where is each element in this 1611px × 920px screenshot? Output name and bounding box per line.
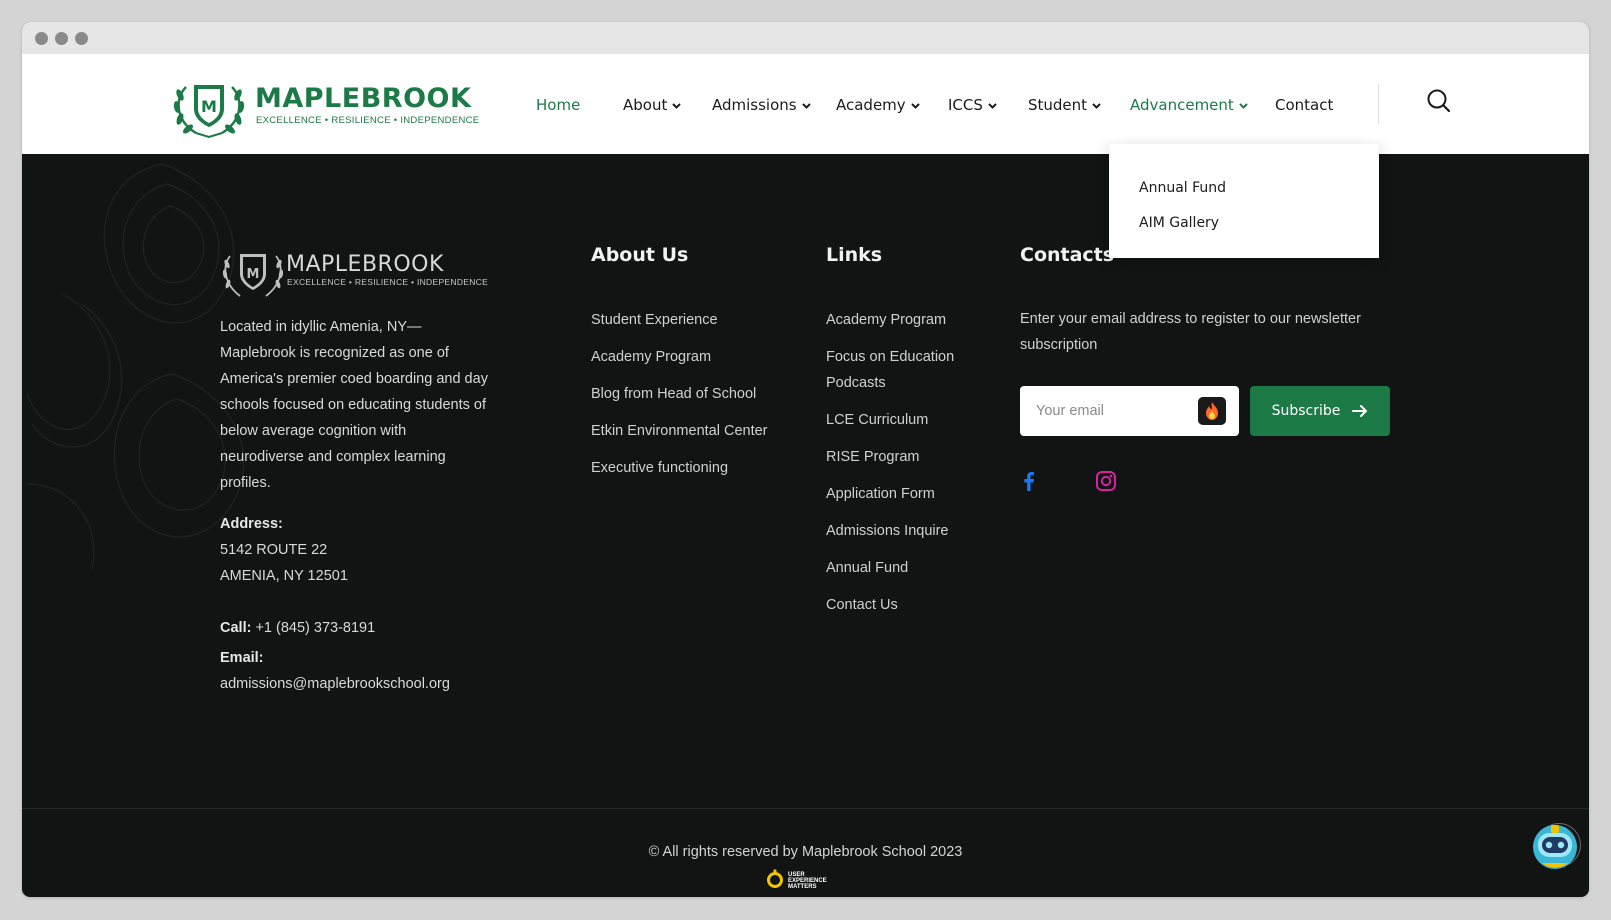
footer-divider <box>22 808 1589 809</box>
about-link-student-experience[interactable]: Student Experience <box>591 307 768 333</box>
email-block: Email: admissions@maplebrookschool.org <box>220 645 450 697</box>
footer-logo-wordmark: MAPLEBROOK <box>286 252 444 277</box>
about-link-executive-functioning[interactable]: Executive functioning <box>591 455 768 481</box>
nav-contact-label: Contact <box>1275 96 1334 114</box>
about-link-academy-program[interactable]: Academy Program <box>591 344 768 370</box>
window-titlebar <box>22 22 1589 54</box>
links-title: Links <box>826 244 883 266</box>
about-link-etkin-center[interactable]: Etkin Environmental Center <box>591 418 768 444</box>
password-manager-icon[interactable] <box>1198 397 1226 425</box>
email-value[interactable]: admissions@maplebrookschool.org <box>220 671 450 697</box>
advancement-dropdown-menu: Annual Fund AIM Gallery <box>1109 144 1379 258</box>
chevron-down-icon <box>801 102 811 109</box>
instagram-icon[interactable] <box>1095 470 1117 492</box>
window-close-dot[interactable] <box>35 32 48 45</box>
nav-about[interactable]: About <box>623 96 682 114</box>
about-link-blog[interactable]: Blog from Head of School <box>591 381 768 407</box>
chevron-down-icon <box>910 102 920 109</box>
link-academy-program[interactable]: Academy Program <box>826 307 976 333</box>
ux-matters-badge-text: USER EXPERIENCE MATTERS <box>788 872 827 890</box>
dropdown-item-aim-gallery[interactable]: AIM Gallery <box>1139 215 1219 231</box>
chevron-down-icon <box>988 102 997 109</box>
link-rise-program[interactable]: RISE Program <box>826 444 976 470</box>
about-us-title: About Us <box>591 244 689 266</box>
nav-contact[interactable]: Contact <box>1275 96 1333 114</box>
school-description: Located in idyllic Amenia, NY—Maplebrook… <box>220 319 488 491</box>
call-label: Call: <box>220 620 252 636</box>
footer-logo-tagline: EXCELLENCE • RESILIENCE • INDEPENDENCE <box>287 277 489 287</box>
chevron-down-icon <box>1239 102 1248 109</box>
nav-about-label: About <box>623 96 668 114</box>
address-line-1: 5142 ROUTE 22 <box>220 542 328 558</box>
subscribe-label: Subscribe <box>1271 403 1341 419</box>
contacts-title: Contacts <box>1020 244 1115 266</box>
newsletter-description: Enter your email address to register to … <box>1020 311 1361 353</box>
dropdown-item-annual-fund[interactable]: Annual Fund <box>1139 180 1226 196</box>
subscribe-button[interactable]: Subscribe <box>1250 386 1390 436</box>
window-minimize-dot[interactable] <box>55 32 68 45</box>
nav-admissions-label: Admissions <box>712 96 797 114</box>
window-maximize-dot[interactable] <box>75 32 88 45</box>
nav-home-label: Home <box>536 96 581 114</box>
link-focus-podcasts[interactable]: Focus on Education Podcasts <box>826 344 976 396</box>
address-block: Address: 5142 ROUTE 22 AMENIA, NY 12501 <box>220 511 348 589</box>
facebook-icon[interactable] <box>1018 470 1040 492</box>
nav-iccs[interactable]: ICCS <box>948 96 998 114</box>
address-label: Address: <box>220 516 283 532</box>
link-annual-fund[interactable]: Annual Fund <box>826 555 976 581</box>
link-admissions-inquire[interactable]: Admissions Inquire <box>826 518 976 544</box>
nav-academy[interactable]: Academy <box>836 96 921 114</box>
copyright-text: © All rights reserved by Maplebrook Scho… <box>648 844 963 860</box>
nav-advancement[interactable]: Advancement <box>1130 96 1249 114</box>
chatbot-robot-icon[interactable] <box>1528 817 1582 871</box>
site-header: M MAPLEBROOK EXCELLENCE • RESILIENCE • I… <box>22 54 1589 154</box>
newsletter-email-field[interactable] <box>1020 386 1239 436</box>
about-us-links: Student Experience Academy Program Blog … <box>591 307 768 492</box>
nav-admissions[interactable]: Admissions <box>712 96 812 114</box>
main-nav: Home About Admissions Academy ICCS Stude… <box>22 54 1589 154</box>
svg-text:M: M <box>247 267 260 282</box>
nav-student[interactable]: Student <box>1028 96 1102 114</box>
chevron-down-icon <box>1092 102 1101 109</box>
call-block: Call: +1 (845) 373-8191 <box>220 615 375 641</box>
link-lce-curriculum[interactable]: LCE Curriculum <box>826 407 976 433</box>
search-icon[interactable] <box>1426 88 1452 114</box>
link-application-form[interactable]: Application Form <box>826 481 976 507</box>
email-label: Email: <box>220 650 264 666</box>
nav-divider <box>1378 84 1379 124</box>
link-contact-us[interactable]: Contact Us <box>826 592 976 618</box>
chevron-down-icon <box>672 102 682 109</box>
quick-links: Academy Program Focus on Education Podca… <box>826 307 976 629</box>
nav-advancement-label: Advancement <box>1130 96 1234 114</box>
nav-home[interactable]: Home <box>536 96 580 114</box>
email-input[interactable] <box>1034 399 1198 423</box>
browser-window: M MAPLEBROOK EXCELLENCE • RESILIENCE • I… <box>22 22 1589 897</box>
arrow-right-icon <box>1352 405 1368 417</box>
call-value[interactable]: +1 (845) 373-8191 <box>255 620 375 636</box>
nav-iccs-label: ICCS <box>948 96 983 114</box>
nav-academy-label: Academy <box>836 96 906 114</box>
nav-student-label: Student <box>1028 96 1088 114</box>
address-line-2: AMENIA, NY 12501 <box>220 568 348 584</box>
